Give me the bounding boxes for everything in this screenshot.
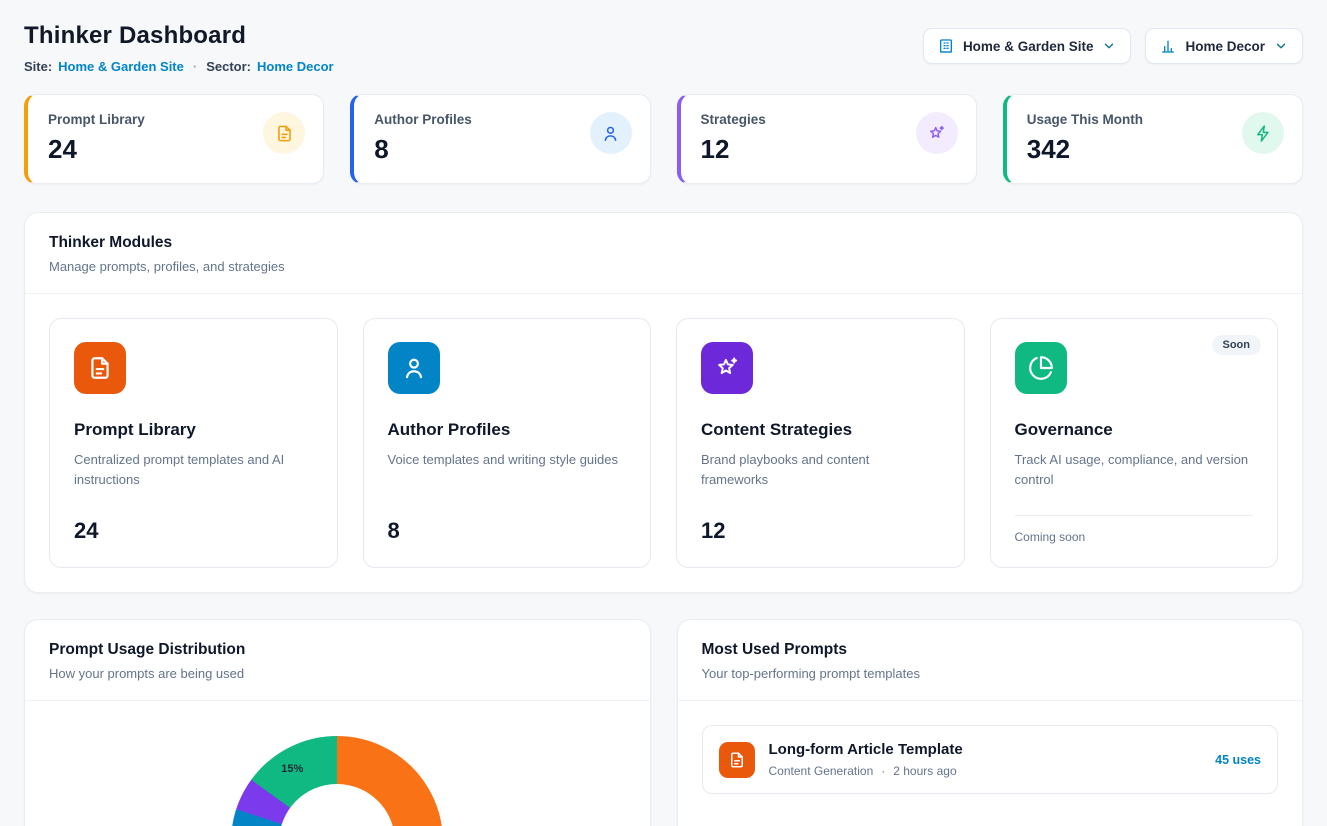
item-category: Content Generation <box>769 764 874 778</box>
chart-area: 15% <box>25 701 650 826</box>
site-selector-label: Home & Garden Site <box>963 39 1094 54</box>
module-description: Brand playbooks and content frameworks <box>701 450 940 490</box>
module-count: 12 <box>701 518 940 544</box>
modules-header: Thinker Modules Manage prompts, profiles… <box>25 213 1302 294</box>
module-card-governance[interactable]: Soon Governance Track AI usage, complian… <box>990 318 1279 568</box>
sector-label: Sector: <box>206 59 251 74</box>
prompt-list: Long-form Article Template Content Gener… <box>678 701 1303 818</box>
stat-card-prompt-library: Prompt Library 24 <box>24 94 324 184</box>
module-card-prompt-library[interactable]: Prompt Library Centralized prompt templa… <box>49 318 338 568</box>
module-card-author-profiles[interactable]: Author Profiles Voice templates and writ… <box>363 318 652 568</box>
item-title: Long-form Article Template <box>769 741 1202 758</box>
chart-subtitle: How your prompts are being used <box>49 666 626 681</box>
item-uses-badge: 45 uses <box>1215 753 1261 767</box>
sparkle-star-icon <box>701 342 753 394</box>
modules-subtitle: Manage prompts, profiles, and strategies <box>49 259 1278 274</box>
site-label: Site: <box>24 59 52 74</box>
item-time: 2 hours ago <box>893 764 956 778</box>
page-title: Thinker Dashboard <box>24 22 334 50</box>
modules-grid: Prompt Library Centralized prompt templa… <box>25 294 1302 592</box>
donut-slice-label: 15% <box>281 763 303 775</box>
list-item[interactable]: Long-form Article Template Content Gener… <box>702 725 1279 794</box>
modules-title: Thinker Modules <box>49 234 1278 252</box>
module-title: Content Strategies <box>701 420 940 440</box>
chart-title: Prompt Usage Distribution <box>49 641 626 659</box>
stats-row: Prompt Library 24 Author Profiles 8 Stra… <box>24 94 1303 184</box>
dashboard-page: Thinker Dashboard Site: Home & Garden Si… <box>0 0 1327 826</box>
module-footer: Coming soon <box>1015 515 1254 544</box>
building-icon <box>938 38 954 54</box>
sector-link[interactable]: Home Decor <box>257 59 334 74</box>
document-icon <box>263 112 305 154</box>
topbar: Thinker Dashboard Site: Home & Garden Si… <box>24 22 1303 74</box>
item-body: Long-form Article Template Content Gener… <box>769 741 1202 778</box>
module-description: Track AI usage, compliance, and version … <box>1015 450 1254 490</box>
chevron-down-icon <box>1102 39 1116 53</box>
soon-badge: Soon <box>1212 335 1262 355</box>
sector-selector-label: Home Decor <box>1185 39 1265 54</box>
prompts-subtitle: Your top-performing prompt templates <box>702 666 1279 681</box>
module-title: Author Profiles <box>388 420 627 440</box>
top-actions: Home & Garden Site Home Decor <box>923 28 1303 64</box>
prompts-header: Most Used Prompts Your top-performing pr… <box>678 620 1303 701</box>
prompts-title: Most Used Prompts <box>702 641 1279 659</box>
user-icon <box>590 112 632 154</box>
bar-chart-icon <box>1160 38 1176 54</box>
item-meta: Content Generation · 2 hours ago <box>769 764 1202 778</box>
module-card-content-strategies[interactable]: Content Strategies Brand playbooks and c… <box>676 318 965 568</box>
user-icon <box>388 342 440 394</box>
stat-card-author-profiles: Author Profiles 8 <box>350 94 650 184</box>
site-link[interactable]: Home & Garden Site <box>58 59 184 74</box>
module-count: 8 <box>388 518 627 544</box>
module-description: Voice templates and writing style guides <box>388 450 627 470</box>
most-used-prompts-panel: Most Used Prompts Your top-performing pr… <box>677 619 1304 826</box>
donut-chart: 15% <box>231 736 443 826</box>
sector-selector[interactable]: Home Decor <box>1145 28 1303 64</box>
module-description: Centralized prompt templates and AI inst… <box>74 450 313 490</box>
chevron-down-icon <box>1274 39 1288 53</box>
title-block: Thinker Dashboard Site: Home & Garden Si… <box>24 22 334 74</box>
bottom-row: Prompt Usage Distribution How your promp… <box>24 619 1303 826</box>
stat-card-strategies: Strategies 12 <box>677 94 977 184</box>
module-count: 24 <box>74 518 313 544</box>
item-separator: · <box>881 764 885 778</box>
sparkle-star-icon <box>916 112 958 154</box>
module-title: Prompt Library <box>74 420 313 440</box>
breadcrumb: Site: Home & Garden Site · Sector: Home … <box>24 59 334 74</box>
pie-chart-icon <box>1015 342 1067 394</box>
thinker-modules-panel: Thinker Modules Manage prompts, profiles… <box>24 212 1303 593</box>
stat-card-usage: Usage This Month 342 <box>1003 94 1303 184</box>
lightning-icon <box>1242 112 1284 154</box>
document-icon <box>719 742 755 778</box>
breadcrumb-separator: · <box>193 59 197 74</box>
chart-header: Prompt Usage Distribution How your promp… <box>25 620 650 701</box>
document-icon <box>74 342 126 394</box>
prompt-usage-panel: Prompt Usage Distribution How your promp… <box>24 619 651 826</box>
site-selector[interactable]: Home & Garden Site <box>923 28 1132 64</box>
module-title: Governance <box>1015 420 1254 440</box>
